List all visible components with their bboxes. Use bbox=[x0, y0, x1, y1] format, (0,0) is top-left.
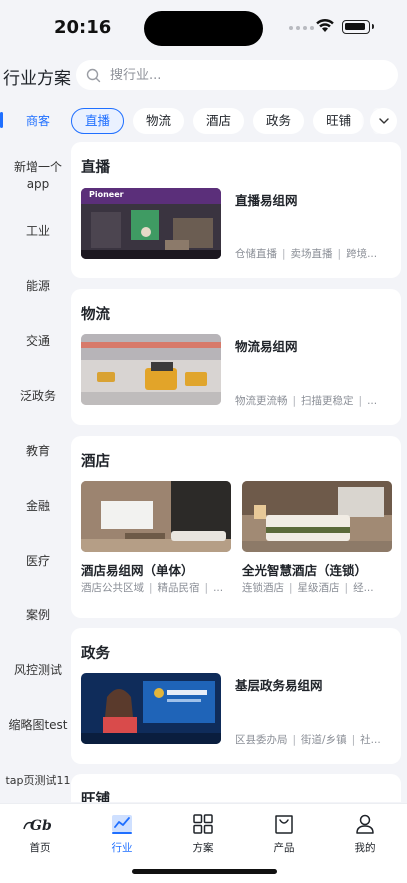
battery-icon bbox=[342, 20, 374, 34]
section-card-hotel: 酒店 酒店易组网（单体） 酒店公共区域 | 精品民宿 | ... 全光智慧酒店（… bbox=[71, 436, 401, 618]
item-name[interactable]: 直播易组网 bbox=[235, 190, 298, 209]
solution-list: 直播 Pioneer 直播易组网 仓储直播|卖场直播|跨境... 物流 bbox=[71, 142, 401, 802]
sidebar-item-medical[interactable]: 医疗 bbox=[0, 553, 76, 570]
item-name[interactable]: 物流易组网 bbox=[235, 336, 298, 355]
sidebar-item-thumbnail-test[interactable]: 缩略图test bbox=[0, 717, 76, 734]
tab-home[interactable]: Gb 首页 bbox=[10, 812, 70, 855]
sidebar-item-shangke[interactable]: 商客 bbox=[0, 113, 76, 130]
tab-label: 方案 bbox=[192, 842, 214, 854]
section-card-logistics: 物流 物流易组网 物流更流畅 | 扫描更稳定 |... bbox=[71, 289, 401, 425]
chevron-down-icon bbox=[378, 117, 389, 124]
section-card-government: 政务 基层政务易组网 区县委办局 | 街道/乡镇 | 社... bbox=[71, 628, 401, 764]
sidebar-item-new-app[interactable]: 新增一个app bbox=[0, 159, 76, 193]
section-title: 旺铺 bbox=[81, 792, 110, 802]
status-time: 20:16 bbox=[54, 17, 112, 38]
chip-shop[interactable]: 旺铺 bbox=[313, 108, 365, 134]
hotel-chain-thumbnail[interactable] bbox=[242, 481, 392, 552]
dynamic-island bbox=[144, 11, 263, 46]
section-title: 物流 bbox=[81, 307, 110, 323]
item-tags: 区县委办局 | 街道/乡镇 | 社... bbox=[235, 734, 381, 746]
government-thumbnail[interactable] bbox=[81, 673, 221, 744]
sidebar-item-industry[interactable]: 工业 bbox=[0, 223, 76, 240]
item-tags: 连锁酒店 | 星级酒店 | 经... bbox=[242, 582, 374, 594]
tab-label: 首页 bbox=[29, 842, 51, 854]
live-thumbnail-caption: Pioneer bbox=[89, 190, 124, 199]
tab-label: 行业 bbox=[111, 842, 133, 854]
search-input[interactable] bbox=[110, 67, 370, 83]
section-card-live: 直播 Pioneer 直播易组网 仓储直播 | 卖场直播 | 跨境... bbox=[71, 142, 401, 278]
sidebar-item-risk-test[interactable]: 风控测试 bbox=[0, 662, 76, 679]
sidebar-item-tap-test[interactable]: tap页测试11 bbox=[0, 772, 76, 789]
tab-label: 我的 bbox=[354, 842, 376, 854]
live-thumbnail[interactable]: Pioneer bbox=[81, 188, 221, 259]
section-title: 酒店 bbox=[81, 454, 110, 470]
chip-live[interactable]: 直播 bbox=[71, 108, 125, 134]
tab-industry[interactable]: 行业 bbox=[92, 812, 152, 855]
item-tags: 酒店公共区域 | 精品民宿 |... bbox=[81, 582, 224, 594]
item-name[interactable]: 全光智慧酒店（连锁） bbox=[242, 560, 367, 579]
bag-icon bbox=[275, 815, 293, 834]
tab-solutions[interactable]: 方案 bbox=[173, 812, 233, 855]
chip-government[interactable]: 政务 bbox=[253, 108, 305, 134]
sidebar-item-finance[interactable]: 金融 bbox=[0, 498, 76, 515]
sidebar-item-transport[interactable]: 交通 bbox=[0, 333, 76, 350]
wifi-icon bbox=[316, 18, 334, 32]
sidebar-item-energy[interactable]: 能源 bbox=[0, 278, 76, 295]
section-card-shop: 旺铺 bbox=[71, 774, 401, 802]
item-name[interactable]: 基层政务易组网 bbox=[235, 675, 323, 694]
svg-text:Gb: Gb bbox=[30, 818, 52, 834]
home-logo-icon: Gb bbox=[23, 818, 52, 834]
status-bar: 20:16 bbox=[0, 0, 407, 52]
home-indicator bbox=[132, 869, 277, 874]
cellular-signal-icon bbox=[289, 26, 314, 30]
tab-label: 产品 bbox=[273, 842, 295, 854]
tab-products[interactable]: 产品 bbox=[254, 812, 314, 855]
sidebar-item-government[interactable]: 泛政务 bbox=[0, 388, 76, 405]
header: 行业方案 bbox=[0, 56, 407, 96]
section-title: 政务 bbox=[81, 646, 110, 662]
chips-expand-button[interactable] bbox=[370, 108, 397, 134]
page-title: 行业方案 bbox=[3, 69, 71, 89]
category-chips: 直播 物流 酒店 政务 旺铺 bbox=[71, 108, 407, 134]
user-icon bbox=[356, 814, 374, 834]
chip-hotel[interactable]: 酒店 bbox=[193, 108, 245, 134]
tab-profile[interactable]: 我的 bbox=[335, 812, 395, 855]
item-tags: 仓储直播 | 卖场直播 | 跨境... bbox=[235, 248, 378, 260]
item-tags: 物流更流畅 | 扫描更稳定 |... bbox=[235, 395, 378, 407]
hotel-single-thumbnail[interactable] bbox=[81, 481, 231, 552]
grid-icon bbox=[193, 814, 213, 834]
search-icon bbox=[86, 68, 101, 82]
sidebar-item-education[interactable]: 教育 bbox=[0, 443, 76, 460]
sidebar-item-cases[interactable]: 案例 bbox=[0, 607, 76, 624]
search-box[interactable] bbox=[76, 60, 398, 90]
logistics-thumbnail[interactable] bbox=[81, 334, 221, 405]
item-name[interactable]: 酒店易组网（单体） bbox=[81, 560, 194, 579]
section-title: 直播 bbox=[81, 160, 110, 176]
chip-logistics[interactable]: 物流 bbox=[133, 108, 185, 134]
industry-chart-icon bbox=[112, 815, 132, 834]
